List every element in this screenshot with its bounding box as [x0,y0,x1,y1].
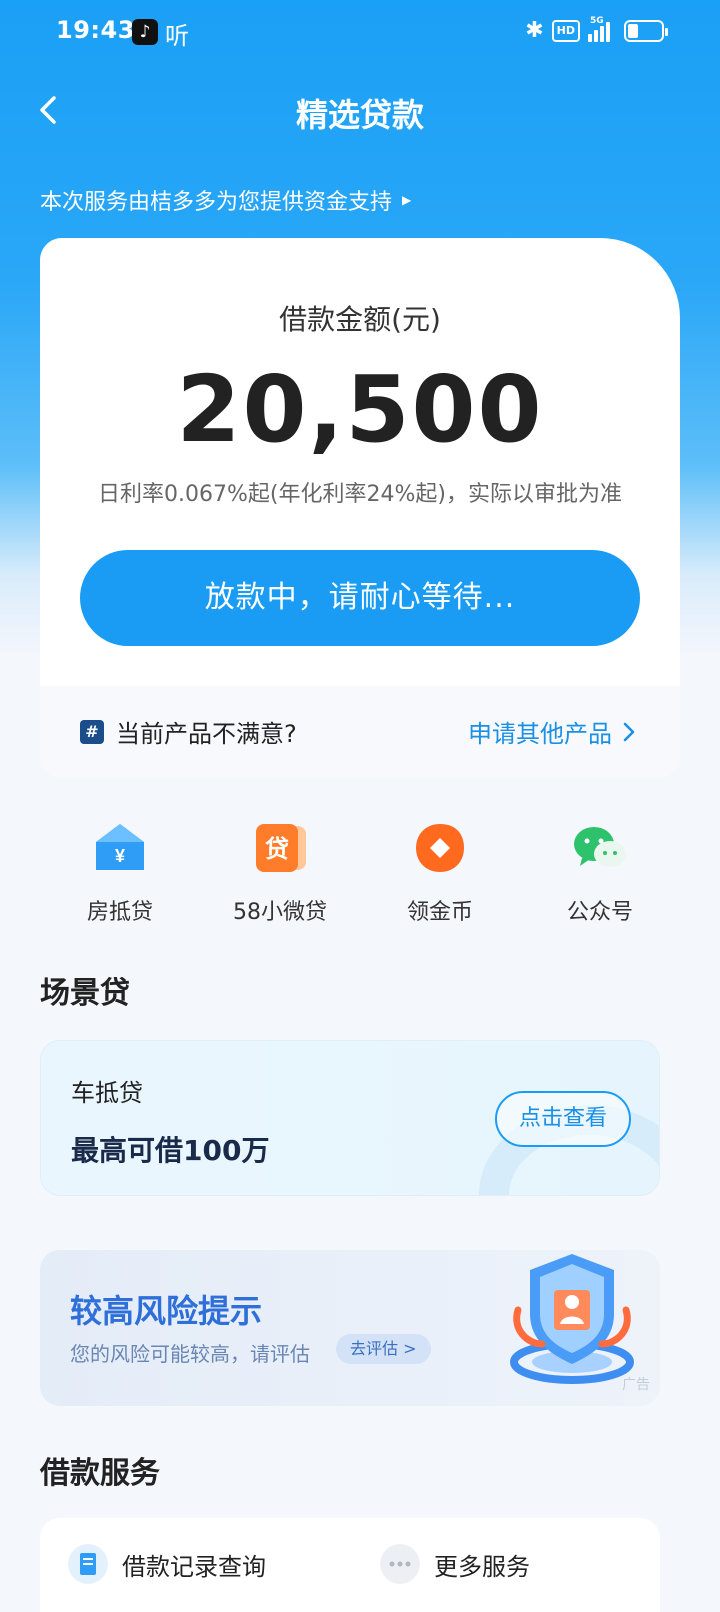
page-title: 精选贷款 [295,96,424,134]
loan-service-section-title: 借款服务 [40,1456,160,1491]
more-icon [380,1544,420,1584]
view-details-button[interactable]: 点击查看 [495,1091,631,1147]
nav-bar: 精选贷款 [0,80,720,140]
ad-label: 广告 [622,1377,650,1393]
loan-card: 借款金额(元) 20,500 日利率0.067%起(年化利率24%起)，实际以审… [40,238,680,778]
status-indicators: ✱ HD 5G [525,16,668,43]
listen-app-icon: 听 [165,22,189,50]
quick-entry-label: 公众号 [566,900,633,925]
svg-text:贷: 贷 [265,835,289,863]
wechat-icon [574,827,626,867]
car-loan-name: 车抵贷 [71,1079,143,1107]
quick-entry-label: 58小微贷 [233,900,327,925]
shield-icon [510,1254,634,1384]
status-time: 19:43 [56,16,135,44]
other-products-label: 申请其他产品 [468,720,612,748]
battery-icon [624,19,668,42]
risk-title: 较高风险提示 [70,1292,263,1330]
svg-text:¥: ¥ [115,846,125,866]
apply-other-products-link[interactable]: 申请其他产品 [468,714,636,749]
quick-entry-row: ¥ 房抵贷 贷 58小微贷 领金币 公众号 [40,820,680,930]
quick-entry-gold-coin[interactable]: 领金币 [360,820,520,930]
micro-loan-icon: 贷 [256,824,306,872]
more-services-label: 更多服务 [434,1552,530,1581]
quick-entry-wechat[interactable]: 公众号 [520,820,680,930]
loan-amount: 20,500 [176,356,544,463]
tiktok-icon: ♪ [132,19,158,45]
assess-button[interactable]: 去评估 > [336,1334,431,1364]
status-bar: 19:43 ♪ 听 ✱ HD 5G [0,0,720,64]
network-type-label: 5G [590,15,604,26]
hd-badge: HD [551,19,580,42]
quick-entry-label: 领金币 [406,900,473,925]
provider-notice-text: 本次服务由桔多多为您提供资金支持 [40,190,393,215]
loan-service-card: 借款记录查询 更多服务 [40,1518,660,1612]
gold-coin-icon [416,824,464,872]
more-services-item[interactable]: 更多服务 [380,1544,530,1584]
interest-rate-text: 日利率0.067%起(年化利率24%起)，实际以审批为准 [98,482,622,507]
card-footer: # 当前产品不满意? 申请其他产品 [40,686,680,778]
caret-right-icon: ▶ [402,193,412,207]
house-loan-icon: ¥ [96,824,144,870]
hash-icon: # [80,720,104,744]
unsatisfied-text: 当前产品不满意? [116,720,297,748]
loan-record-query-item[interactable]: 借款记录查询 [68,1544,266,1584]
amount-label: 借款金额(元) [279,303,441,336]
bluetooth-icon: ✱ [525,18,544,43]
battery-level [628,23,638,38]
signal-strength-icon: 5G [588,16,610,42]
risk-warning-banner[interactable]: 较高风险提示 您的风险可能较高，请评估 去评估 > 广告 [40,1250,660,1406]
risk-description: 您的风险可能较高，请评估 [70,1342,310,1366]
scene-loan-section-title: 场景贷 [40,976,130,1011]
quick-entry-house-loan[interactable]: ¥ 房抵贷 [40,820,200,930]
chevron-right-icon [623,722,635,741]
car-loan-card[interactable]: 车抵贷 最高可借100万 点击查看 [40,1040,660,1196]
car-loan-limit: 最高可借100万 [71,1134,270,1167]
loan-record-query-label: 借款记录查询 [122,1552,266,1581]
disbursing-status-button[interactable]: 放款中，请耐心等待... [80,550,640,646]
document-icon [68,1544,108,1584]
quick-entry-label: 房抵贷 [86,900,153,925]
provider-notice-link[interactable]: 本次服务由桔多多为您提供资金支持 ▶ [40,184,411,216]
quick-entry-micro-loan[interactable]: 贷 58小微贷 [200,820,360,930]
